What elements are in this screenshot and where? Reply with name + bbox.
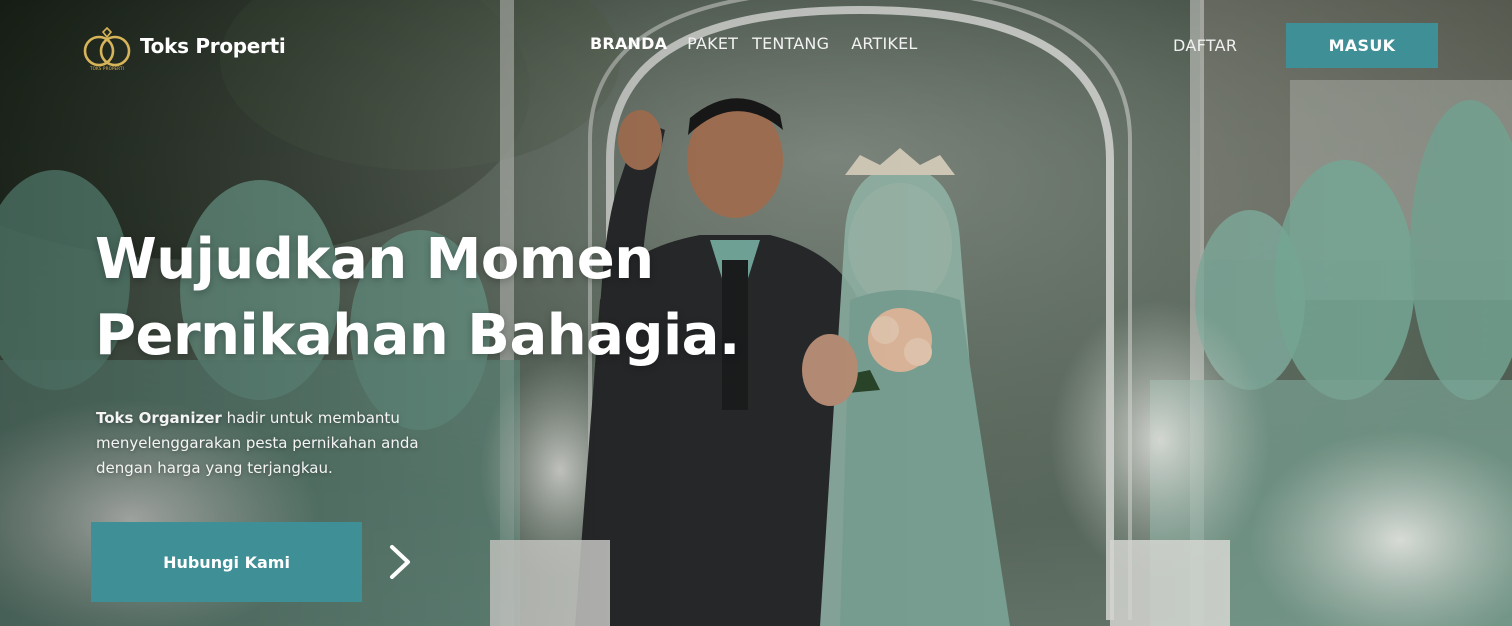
chevron-right-icon[interactable] [386, 544, 414, 580]
nav-item-artikel[interactable]: ARTIKEL [851, 34, 917, 53]
nav-item-paket[interactable]: PAKET [687, 34, 738, 53]
hero-section: TOKS PROPERTI Toks Properti BRANDA PAKET… [0, 0, 1512, 626]
description-brand: Toks Organizer [96, 409, 222, 427]
contact-us-button[interactable]: Hubungi Kami [91, 522, 362, 602]
logo-tagline: TOKS PROPERTI [89, 66, 125, 71]
wedding-rings-logo-icon: TOKS PROPERTI [80, 24, 134, 72]
main-menu: BRANDA PAKET TENTANG ARTIKEL [590, 34, 918, 53]
headline-line-1: Wujudkan Momen [95, 227, 654, 292]
brand-logo-link[interactable]: TOKS PROPERTI Toks Properti [80, 24, 286, 72]
hero-description: Toks Organizer hadir untuk membantu meny… [96, 406, 476, 481]
nav-item-tentang[interactable]: TENTANG [752, 34, 829, 53]
top-navbar: TOKS PROPERTI Toks Properti BRANDA PAKET… [0, 0, 1512, 92]
headline-line-2: Pernikahan Bahagia. [95, 303, 740, 368]
nav-item-branda[interactable]: BRANDA [590, 34, 667, 53]
register-link[interactable]: DAFTAR [1173, 36, 1237, 55]
hero-headline: Wujudkan Momen Pernikahan Bahagia. [95, 222, 740, 374]
login-button[interactable]: MASUK [1286, 23, 1438, 68]
brand-name: Toks Properti [140, 34, 286, 58]
